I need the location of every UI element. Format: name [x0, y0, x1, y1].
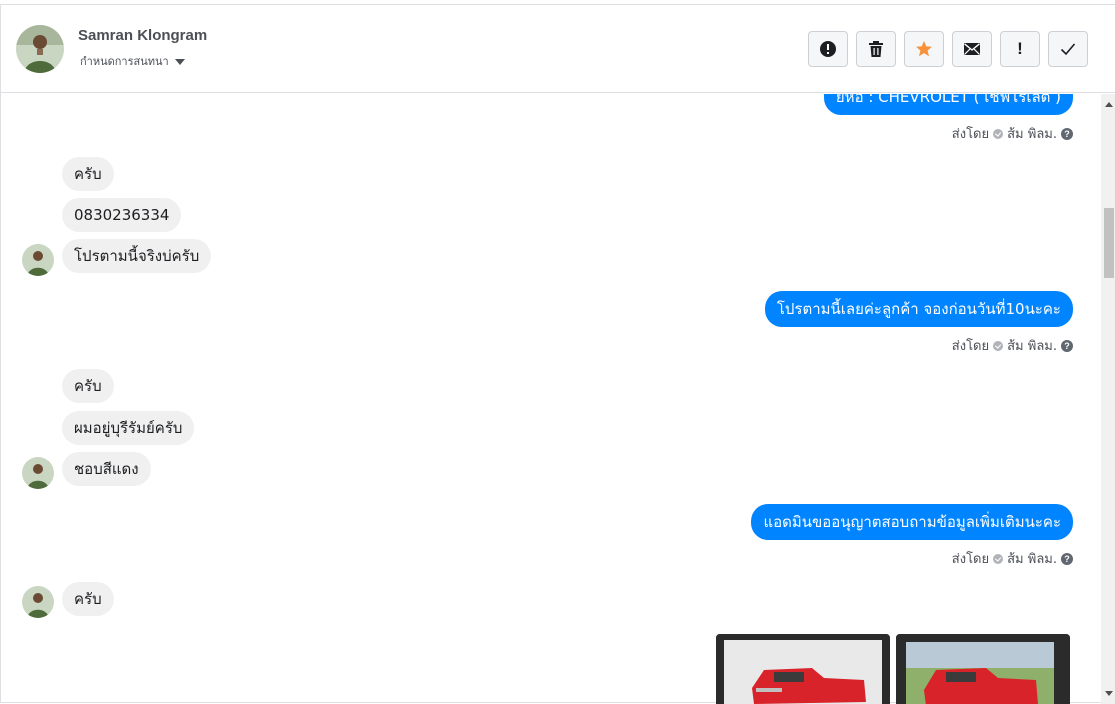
contact-name[interactable]: Samran Klongram [78, 27, 207, 44]
conversation-header: Samran Klongram กำหนดการสนทนา ! [1, 5, 1115, 93]
check-circle-icon [993, 128, 1004, 139]
star-icon [916, 41, 932, 57]
check-circle-icon [993, 553, 1004, 564]
star-button[interactable] [904, 31, 944, 67]
message-text: ยี่ห้อ : CHEVROLET ( เชฟโรเลต ) [835, 94, 1061, 106]
incoming-message: ครับ [62, 582, 114, 616]
message-text: แอดมินขออนุญาตสอบถามข้อมูลเพิ่มเติมนะคะ [763, 513, 1061, 531]
delete-button[interactable] [856, 31, 896, 67]
trash-icon [869, 41, 883, 57]
envelope-icon [964, 43, 980, 55]
chat-window: Samran Klongram กำหนดการสนทนา ! ยี่ห้อ:… [0, 4, 1115, 704]
agent-name: ส้ม พิลม. [1007, 339, 1057, 354]
conversation-schedule-dropdown[interactable]: กำหนดการสนทนา [80, 52, 185, 70]
flag-button[interactable]: ! [1000, 31, 1040, 67]
sent-by-label: ส่งโดย [951, 127, 990, 142]
agent-name: ส้ม พิลม. [1007, 127, 1057, 142]
message-sender-info: ส่งโดย ส้ม พิลม. ? [952, 123, 1073, 144]
incoming-message: ครับ [62, 369, 114, 403]
contact-avatar[interactable] [16, 25, 64, 73]
contact-avatar-small [22, 244, 54, 276]
caret-down-icon [174, 58, 185, 65]
image-attachment[interactable] [896, 634, 1070, 704]
outgoing-message: แอดมินขออนุญาตสอบถามข้อมูลเพิ่มเติมนะคะ [751, 504, 1073, 540]
contact-avatar-small [22, 586, 54, 618]
mark-unread-button[interactable] [952, 31, 992, 67]
alert-circle-icon [820, 41, 836, 57]
incoming-message: โปรตามนี้จริงบ่ครับ [62, 239, 212, 273]
conversation-toolbar: ! [808, 31, 1088, 67]
image-attachment[interactable] [716, 634, 890, 704]
outgoing-message: โปรตามนี้เลยค่ะลูกค้า จองก่อนวันที่10นะค… [764, 291, 1073, 327]
incoming-message: ชอบสีแดง [62, 452, 151, 486]
message-scrollbar[interactable] [1101, 94, 1115, 704]
sent-by-label: ส่งโดย [951, 339, 990, 354]
message-text: โปรตามนี้เลยค่ะลูกค้า จองก่อนวันที่10นะค… [776, 300, 1061, 318]
message-sender-info: ส่งโดย ส้ม พิลม. ? [952, 548, 1073, 569]
incoming-message: ผมอยู่บุรีรัมย์ครับ [62, 411, 195, 445]
help-icon[interactable]: ? [1061, 339, 1073, 352]
check-circle-icon [993, 340, 1004, 351]
message-list: ยี่ห้อ : CHEVROLET ( เชฟโรเลต ) ส่งโดย ส… [1, 94, 1100, 704]
scrollbar-thumb[interactable] [1104, 208, 1114, 278]
checkmark-icon [1060, 43, 1076, 56]
agent-name: ส้ม พิลม. [1007, 552, 1057, 567]
mark-done-button[interactable] [1048, 31, 1088, 67]
sent-by-label: ส่งโดย [951, 552, 990, 567]
message-sender-info: ส่งโดย ส้ม พิลม. ? [952, 335, 1073, 356]
incoming-message: 0830236334 [62, 198, 182, 232]
incoming-message: ครับ [62, 157, 114, 191]
contact-avatar-small [22, 457, 54, 489]
report-button[interactable] [808, 31, 848, 67]
scroll-down-arrow-icon[interactable] [1105, 691, 1113, 696]
help-icon[interactable]: ? [1061, 552, 1073, 565]
help-icon[interactable]: ? [1061, 127, 1073, 140]
outgoing-message: ยี่ห้อ : CHEVROLET ( เชฟโรเลต ) [823, 94, 1073, 115]
exclamation-icon: ! [1017, 39, 1023, 58]
schedule-label: กำหนดการสนทนา [80, 55, 169, 68]
scroll-up-arrow-icon[interactable] [1105, 102, 1113, 107]
